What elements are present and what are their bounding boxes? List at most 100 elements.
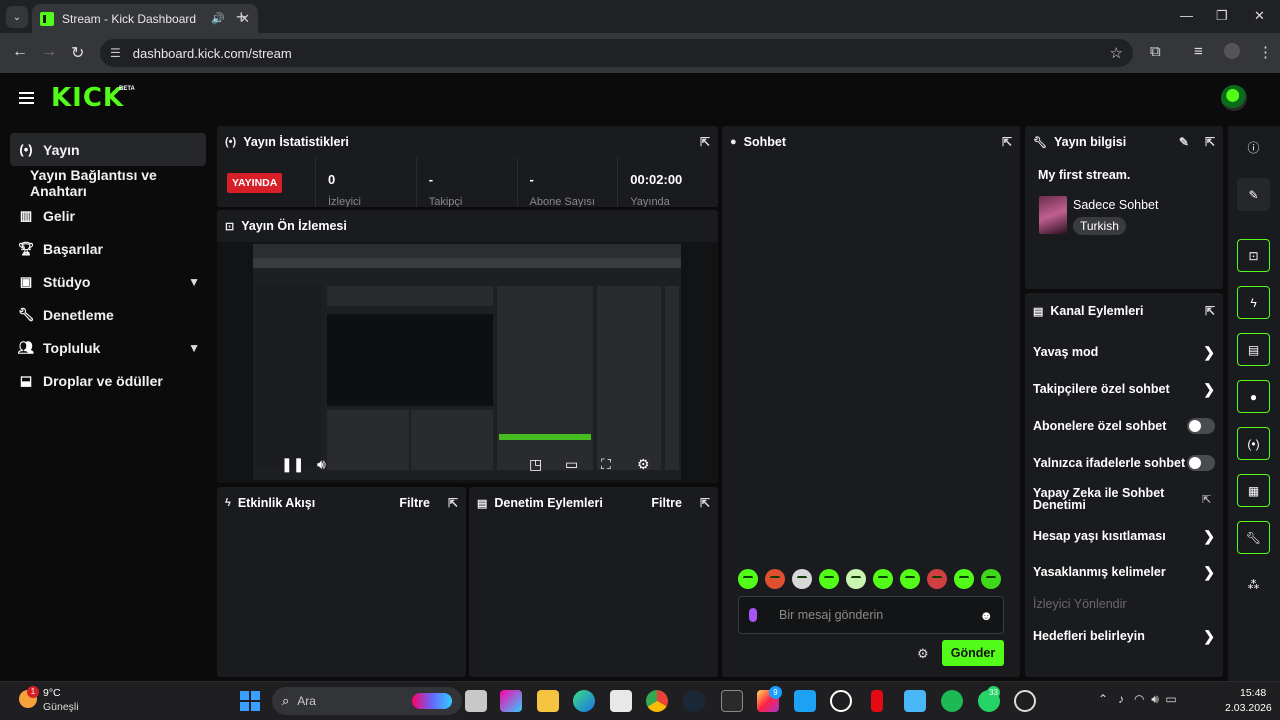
info-icon[interactable]: ⓘ xyxy=(1237,131,1270,164)
edit-pencil-icon[interactable]: ✎ xyxy=(1179,135,1189,149)
filter-button[interactable]: Filtre xyxy=(399,496,430,510)
emote-icon[interactable] xyxy=(846,569,866,589)
extensions-icon[interactable]: ⧉ xyxy=(1150,43,1161,60)
sidebar-item-yayin[interactable]: (•) Yayın xyxy=(10,133,206,166)
windows-start-icon[interactable] xyxy=(240,691,260,711)
sidebar-item-topluluk[interactable]: 👥︎ Topluluk ▼ xyxy=(10,331,206,364)
wrench-icon[interactable]: 🔧︎ xyxy=(1237,521,1270,554)
chat-bubble-icon[interactable]: ● xyxy=(1237,380,1270,413)
emote-icon[interactable] xyxy=(927,569,947,589)
subscribers-only-toggle[interactable] xyxy=(1187,418,1215,434)
omnibox[interactable]: ☰ dashboard.kick.com/stream ☆ xyxy=(100,39,1133,67)
chat-input-box[interactable]: ☻ xyxy=(738,596,1004,634)
weather-temperature[interactable]: 9°C xyxy=(43,687,61,699)
media-control-icon[interactable]: ≡ xyxy=(1194,43,1203,60)
sidebar-item-denetleme[interactable]: 🔧︎ Denetleme xyxy=(10,298,206,331)
emote-icon[interactable] xyxy=(792,569,812,589)
share-icon[interactable]: ⁂ xyxy=(1237,568,1270,601)
popout-icon[interactable]: ⇱ xyxy=(700,496,710,510)
volume-icon[interactable]: 🔊︎ xyxy=(317,456,326,473)
popout-icon[interactable]: ⇱ xyxy=(1205,135,1215,149)
external-link-icon[interactable]: ⇱ xyxy=(1202,493,1211,506)
bookmark-star-icon[interactable]: ☆ xyxy=(1110,44,1123,62)
reload-icon[interactable]: ↻ xyxy=(71,43,84,63)
tab-audio-icon[interactable]: 🔊 xyxy=(211,12,225,25)
edit-pencil-icon[interactable]: ✎ xyxy=(1237,178,1270,211)
emote-icon[interactable] xyxy=(954,569,974,589)
fullscreen-icon[interactable]: ⛶ xyxy=(601,456,611,473)
popout-icon[interactable]: ⇱ xyxy=(700,135,710,149)
action-account-age[interactable]: Hesap yaşı kısıtlaması ❯ xyxy=(1033,528,1215,544)
pip-icon[interactable]: ◳ xyxy=(529,456,542,473)
hamburger-menu-icon[interactable] xyxy=(19,92,34,104)
chat-settings-gear-icon[interactable]: ⚙︎ xyxy=(917,646,929,662)
chevron-down-icon[interactable]: ▼ xyxy=(188,275,200,289)
action-slow-mode[interactable]: Yavaş mod ❯ xyxy=(1033,344,1215,360)
browser-tab[interactable]: Stream - Kick Dashboard 🔊 ✕ xyxy=(32,4,258,33)
close-window-icon[interactable]: ✕ xyxy=(1254,8,1265,24)
site-info-icon[interactable]: ☰ xyxy=(110,46,121,60)
clock-time[interactable]: 15:48 xyxy=(1240,687,1266,699)
browser-menu-icon[interactable]: ⋮ xyxy=(1258,43,1273,61)
cloud-icon[interactable] xyxy=(904,690,926,712)
popout-icon[interactable]: ⇱ xyxy=(1002,135,1012,149)
chevron-down-icon[interactable]: ▼ xyxy=(188,341,200,355)
minimize-icon[interactable]: — xyxy=(1180,8,1193,23)
user-avatar[interactable] xyxy=(1221,85,1247,111)
emote-icon[interactable] xyxy=(873,569,893,589)
task-view-icon[interactable] xyxy=(465,690,487,712)
action-followers-only[interactable]: Takipçilere özel sohbet ❯ xyxy=(1033,381,1215,397)
popout-icon[interactable]: ⇱ xyxy=(448,496,458,510)
emotes-only-toggle[interactable] xyxy=(1187,455,1215,471)
popout-icon[interactable]: ⇱ xyxy=(1205,304,1215,318)
document-icon[interactable]: ▤ xyxy=(1237,333,1270,366)
tab-list-chevron-icon[interactable]: ⌄ xyxy=(6,6,28,28)
spotify-icon[interactable] xyxy=(941,690,963,712)
emoji-icon[interactable]: ☻ xyxy=(979,608,993,623)
kick-logo[interactable]: KICK xyxy=(51,85,124,111)
chatgpt-icon[interactable] xyxy=(830,690,852,712)
sidebar-item-droplar[interactable]: ⬓ Droplar ve ödüller xyxy=(10,364,206,397)
emote-icon[interactable] xyxy=(765,569,785,589)
preview-icon[interactable]: ⊡ xyxy=(1237,239,1270,272)
taskbar-search[interactable]: ⌕ Ara xyxy=(272,687,462,715)
emote-icon[interactable] xyxy=(981,569,1001,589)
system-tray-icons[interactable]: ⌃ ♪ ◠ 🔊︎ ▭ xyxy=(1098,692,1177,707)
profile-avatar[interactable] xyxy=(1224,43,1240,59)
netflix-icon[interactable] xyxy=(871,690,883,712)
weather-description[interactable]: Güneşli xyxy=(43,701,79,713)
store-icon[interactable] xyxy=(610,690,632,712)
emote-icon[interactable] xyxy=(819,569,839,589)
sidebar-item-studyo[interactable]: ▣ Stüdyo ▼ xyxy=(10,265,206,298)
recorder-icon[interactable] xyxy=(1014,690,1036,712)
pause-icon[interactable]: ❚❚ xyxy=(281,456,304,473)
twitter-icon[interactable] xyxy=(794,690,816,712)
maximize-icon[interactable]: ❐ xyxy=(1216,8,1228,24)
action-ai-moderation[interactable]: Yapay Zeka ile Sohbet Denetimi xyxy=(1033,487,1183,512)
sidebar-item-basarilar[interactable]: 🏆︎ Başarılar xyxy=(10,232,206,265)
new-tab-button[interactable]: + xyxy=(236,7,247,28)
steam-icon[interactable] xyxy=(683,690,705,712)
file-explorer-icon[interactable] xyxy=(537,690,559,712)
copilot-icon[interactable] xyxy=(500,690,522,712)
lightning-icon[interactable]: ϟ xyxy=(1237,286,1270,319)
sidebar-item-stream-key[interactable]: Yayın Bağlantısı ve Anahtarı xyxy=(10,166,206,199)
theater-icon[interactable]: ▭ xyxy=(565,456,578,473)
video-preview[interactable]: ❚❚ 🔊︎ ◳ ▭ ⛶ ⚙︎ xyxy=(253,244,681,480)
filter-button[interactable]: Filtre xyxy=(651,496,682,510)
broadcast-icon[interactable]: (•) xyxy=(1237,427,1270,460)
sidebar-item-gelir[interactable]: ▥ Gelir xyxy=(10,199,206,232)
edge-icon[interactable] xyxy=(573,690,595,712)
epic-games-icon[interactable] xyxy=(721,690,743,712)
forward-icon[interactable]: → xyxy=(41,43,57,61)
url-text[interactable]: dashboard.kick.com/stream xyxy=(133,46,1110,61)
back-icon[interactable]: ← xyxy=(12,43,28,61)
microphone-icon[interactable] xyxy=(749,608,757,622)
action-set-goals[interactable]: Hedefleri belirleyin ❯ xyxy=(1033,628,1215,644)
layout-icon[interactable]: ▦ xyxy=(1237,474,1270,507)
emote-icon[interactable] xyxy=(900,569,920,589)
action-banned-words[interactable]: Yasaklanmış kelimeler ❯ xyxy=(1033,564,1215,580)
chrome-icon[interactable] xyxy=(646,690,668,712)
chat-message-input[interactable] xyxy=(779,608,980,622)
send-button[interactable]: Gönder xyxy=(942,640,1004,666)
